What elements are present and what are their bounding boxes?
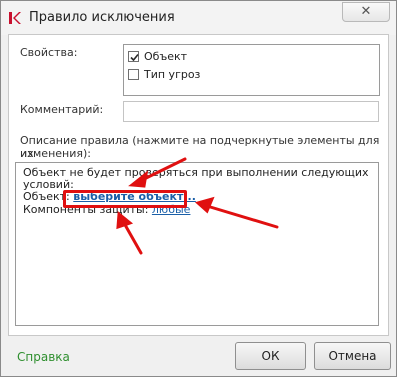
comment-field[interactable] <box>123 101 379 122</box>
close-button[interactable]: ✕ <box>342 2 390 22</box>
help-link[interactable]: Справка <box>17 350 70 364</box>
object-checkbox[interactable] <box>128 51 139 62</box>
check-icon <box>130 53 139 62</box>
description-text-line1: Объект не будет проверяться при выполнен… <box>23 166 369 179</box>
kaspersky-k-icon <box>9 12 21 24</box>
comment-label: Комментарий: <box>20 103 104 116</box>
rule-description-box: Объект не будет проверяться при выполнен… <box>15 162 379 326</box>
ok-button[interactable]: ОК <box>235 342 306 370</box>
link-highlight-box <box>63 190 187 208</box>
dialog-content: Свойства: Объект Тип угроз Комментарий: … <box>8 34 389 336</box>
threat-type-checkbox-label: Тип угроз <box>144 68 201 81</box>
cancel-button[interactable]: Отмена <box>314 342 391 370</box>
exclusion-rule-dialog: Правило исключения ✕ Свойства: Объект Ти… <box>0 0 397 377</box>
title-bar: Правило исключения ✕ <box>1 1 396 35</box>
object-checkbox-label: Объект <box>144 50 188 63</box>
description-label-line2: изменения): <box>20 147 91 160</box>
properties-label: Свойства: <box>20 46 78 59</box>
window-title: Правило исключения <box>29 10 175 25</box>
properties-list: Объект Тип угроз <box>123 44 380 96</box>
threat-type-checkbox[interactable] <box>128 69 139 80</box>
close-icon: ✕ <box>360 4 372 19</box>
